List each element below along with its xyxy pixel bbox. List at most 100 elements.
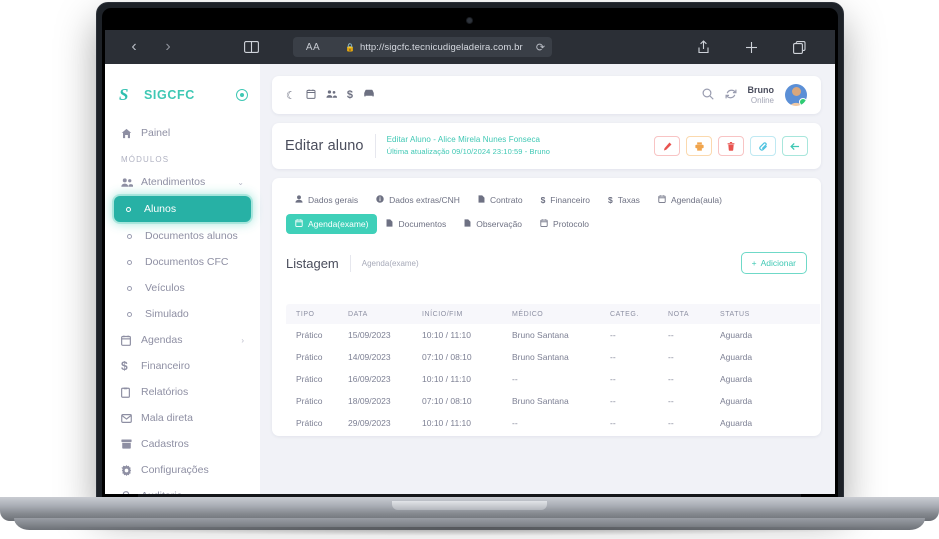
tab-contrato[interactable]: Contrato <box>469 190 532 210</box>
calendar-icon <box>540 219 548 229</box>
detail-card: Dados gerais Dados extras/CNH Contrato $… <box>272 178 821 436</box>
circle-icon <box>126 206 144 212</box>
users-icon[interactable] <box>326 89 337 102</box>
sidebar-item-documentos-alunos[interactable]: Documentos alunos <box>115 224 250 248</box>
column-header-medico: MÉDICO <box>512 310 544 318</box>
table-row[interactable]: Prático 16/09/2023 10:10 / 11:10 -- -- -… <box>286 368 820 390</box>
sidebar-item-financeiro[interactable]: $ Financeiro <box>115 354 250 378</box>
calendar-icon <box>295 219 303 229</box>
dollar-icon: $ <box>540 195 546 205</box>
table-row[interactable]: Prático 18/09/2023 07:10 / 08:10 Bruno S… <box>286 390 820 412</box>
home-icon <box>121 128 141 139</box>
sidebar-item-alunos[interactable]: Alunos <box>114 196 251 222</box>
sidebar-item-auditoria[interactable]: Auditoria <box>115 484 250 494</box>
sidebar-item-simulado[interactable]: Simulado <box>115 302 250 326</box>
cell-status: Aguarda <box>720 418 753 428</box>
tab-label: Documentos <box>398 219 447 229</box>
dollar-icon[interactable]: $ <box>347 89 353 101</box>
tab-agenda-exame[interactable]: Agenda(exame) <box>286 214 378 234</box>
circle-icon <box>127 233 145 239</box>
envelope-icon <box>121 413 141 423</box>
cell-data: 29/09/2023 <box>348 418 391 428</box>
sidebar-item-painel[interactable]: Painel <box>115 121 250 145</box>
attach-button[interactable] <box>750 136 776 156</box>
cell-data: 14/09/2023 <box>348 352 391 362</box>
sidebar-item-relatorios[interactable]: Relatórios <box>115 380 250 404</box>
sidebar-item-agendas[interactable]: Agendas › <box>115 328 250 352</box>
cell-data: 15/09/2023 <box>348 330 391 340</box>
refresh-icon[interactable] <box>725 88 737 103</box>
sidebar-item-atendimentos[interactable]: Atendimentos ⌄ <box>115 170 250 194</box>
chevron-down-icon: ⌄ <box>237 177 244 187</box>
tab-documentos[interactable]: Documentos <box>377 214 455 234</box>
tab-agenda-aula[interactable]: Agenda(aula) <box>649 190 731 210</box>
table-row[interactable]: Prático 29/09/2023 06:10 / 07:10 -- B --… <box>286 434 820 436</box>
search-icon[interactable] <box>702 88 714 103</box>
reload-icon[interactable]: ⟳ <box>536 41 545 54</box>
browser-back-button[interactable]: ‹ <box>117 38 151 56</box>
table-row[interactable]: Prático 15/09/2023 10:10 / 11:10 Bruno S… <box>286 324 820 346</box>
tab-label: Taxas <box>617 195 640 205</box>
share-icon[interactable] <box>679 40 727 54</box>
tab-label: Observação <box>476 219 523 229</box>
table-row[interactable]: Prático 29/09/2023 10:10 / 11:10 -- -- -… <box>286 412 820 434</box>
cell-status: Aguarda <box>720 330 753 340</box>
print-button[interactable] <box>686 136 712 156</box>
laptop-shadow <box>40 527 899 536</box>
tab-taxas[interactable]: $ Taxas <box>599 190 649 210</box>
tab-dados-extras-cnh[interactable]: Dados extras/CNH <box>367 190 469 210</box>
agenda-table: TIPO DATA INÍCIO/FIM MÉDICO CATEG. NOTA … <box>286 304 820 436</box>
cell-medico: Bruno Santana <box>512 352 569 362</box>
book-icon[interactable] <box>231 41 271 53</box>
edit-button[interactable] <box>654 136 680 156</box>
sidebar-item-label: Veículos <box>145 282 185 294</box>
page-meta: Última atualização 09/10/2024 23:10:59 -… <box>386 147 551 157</box>
cell-data: 16/09/2023 <box>348 374 391 384</box>
table-scroll-region[interactable]: TIPO DATA INÍCIO/FIM MÉDICO CATEG. NOTA … <box>272 304 820 436</box>
app-logo[interactable]: S SIGCFC <box>105 78 260 112</box>
webcam-icon <box>467 18 472 23</box>
sidebar-item-configuracoes[interactable]: Configurações <box>115 458 250 482</box>
cell-tipo: Prático <box>296 418 323 428</box>
laptop-mockup: ‹ › AA 🔒 http://sigcfc.tecnicudigeladeir… <box>0 0 939 539</box>
avatar[interactable] <box>785 84 807 106</box>
moon-icon[interactable]: ☾ <box>286 89 296 102</box>
tab-observacao[interactable]: Observação <box>455 214 531 234</box>
sidebar-item-veiculos[interactable]: Veículos <box>115 276 250 300</box>
tab-financeiro[interactable]: $ Financeiro <box>532 190 599 210</box>
tab-protocolo[interactable]: Protocolo <box>531 214 598 234</box>
circle-icon <box>127 285 145 291</box>
tabs-icon[interactable] <box>775 40 823 54</box>
sidebar-item-cadastros[interactable]: Cadastros <box>115 432 250 456</box>
user-info[interactable]: Bruno Online <box>748 85 775 105</box>
address-bar[interactable]: AA 🔒 http://sigcfc.tecnicudigeladeira.co… <box>293 37 553 57</box>
sidebar-item-mala-direta[interactable]: Mala direta <box>115 406 250 430</box>
listing-header: Listagem Agenda(exame) + Adicionar <box>272 234 821 284</box>
cell-inicio-fim: 10:10 / 11:10 <box>422 418 471 428</box>
sidebar-item-label: Simulado <box>145 308 189 320</box>
calendar-icon[interactable] <box>306 89 316 102</box>
table-row[interactable]: Prático 14/09/2023 07:10 / 08:10 Bruno S… <box>286 346 820 368</box>
cell-status: Aguarda <box>720 374 753 384</box>
cell-medico: Bruno Santana <box>512 330 569 340</box>
cell-categ: -- <box>610 418 616 428</box>
car-icon[interactable] <box>363 89 375 101</box>
browser-forward-button[interactable]: › <box>151 38 185 56</box>
plus-icon[interactable] <box>727 41 775 54</box>
column-header-data: DATA <box>348 310 368 318</box>
sidebar-item-label: Agendas <box>141 334 183 346</box>
back-button[interactable] <box>782 136 808 156</box>
cell-categ: -- <box>610 330 616 340</box>
add-button[interactable]: + Adicionar <box>740 252 807 274</box>
sidebar-item-label: Atendimentos <box>141 176 206 188</box>
text-size-button[interactable]: AA <box>293 37 333 57</box>
tab-dados-gerais[interactable]: Dados gerais <box>286 190 367 210</box>
collapse-sidebar-icon[interactable] <box>236 89 248 101</box>
chevron-right-icon: › <box>241 335 244 345</box>
url-field[interactable]: 🔒 http://sigcfc.tecnicudigeladeira.com.b… <box>333 37 553 57</box>
delete-button[interactable] <box>718 136 744 156</box>
sidebar-item-documentos-cfc[interactable]: Documentos CFC <box>115 250 250 274</box>
cell-nota: -- <box>668 418 674 428</box>
divider <box>349 254 351 272</box>
cell-tipo: Prático <box>296 330 323 340</box>
